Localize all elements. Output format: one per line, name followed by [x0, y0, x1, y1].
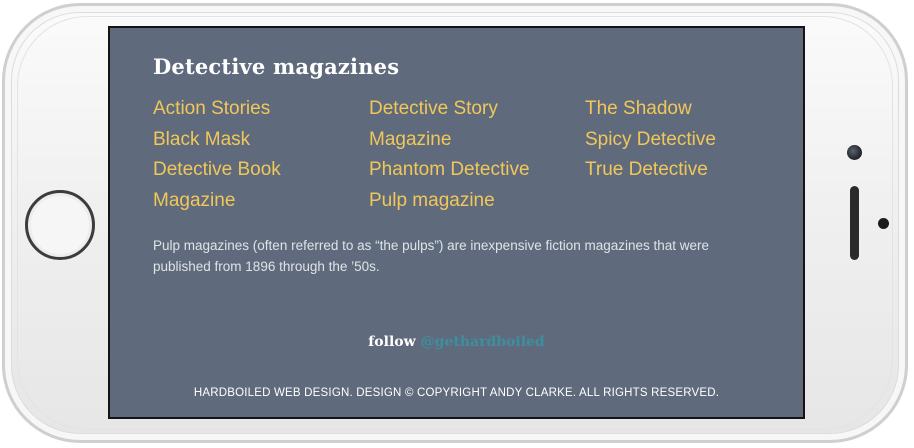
description-text: Pulp magazines (often referred to as “th…	[153, 238, 710, 274]
proximity-sensor	[878, 218, 889, 229]
magazine-link[interactable]: Phantom Detective	[369, 155, 579, 186]
magazine-link[interactable]: The Shadow	[585, 94, 795, 125]
home-button[interactable]	[25, 190, 95, 260]
magazine-link[interactable]: Detective Book	[153, 155, 363, 186]
camera-icon	[847, 145, 862, 160]
twitter-handle-link[interactable]: @gethardboiled	[421, 334, 545, 350]
magazine-link[interactable]: Pulp magazine	[369, 186, 579, 217]
link-column-3: The Shadow Spicy Detective True Detectiv…	[585, 94, 795, 186]
magazine-link[interactable]: Magazine	[153, 186, 363, 217]
magazine-link[interactable]: Black Mask	[153, 125, 363, 156]
follow-line: follow @gethardboiled	[110, 334, 803, 350]
magazine-link[interactable]: Spicy Detective	[585, 125, 795, 156]
follow-label: follow	[368, 334, 416, 350]
link-column-2: Detective Story Magazine Phantom Detecti…	[369, 94, 579, 216]
magazine-link[interactable]: Detective Story	[369, 94, 579, 125]
phone-screen: Detective magazines Action Stories Black…	[108, 26, 805, 419]
magazine-link[interactable]: Magazine	[369, 125, 579, 156]
magazine-link[interactable]: Action Stories	[153, 94, 363, 125]
section-title: Detective magazines	[153, 54, 400, 79]
link-column-1: Action Stories Black Mask Detective Book…	[153, 94, 363, 216]
speaker-grille	[850, 186, 859, 260]
magazine-link[interactable]: True Detective	[585, 155, 795, 186]
copyright-footer: HARDBOILED WEB DESIGN. DESIGN © COPYRIGH…	[193, 387, 720, 399]
